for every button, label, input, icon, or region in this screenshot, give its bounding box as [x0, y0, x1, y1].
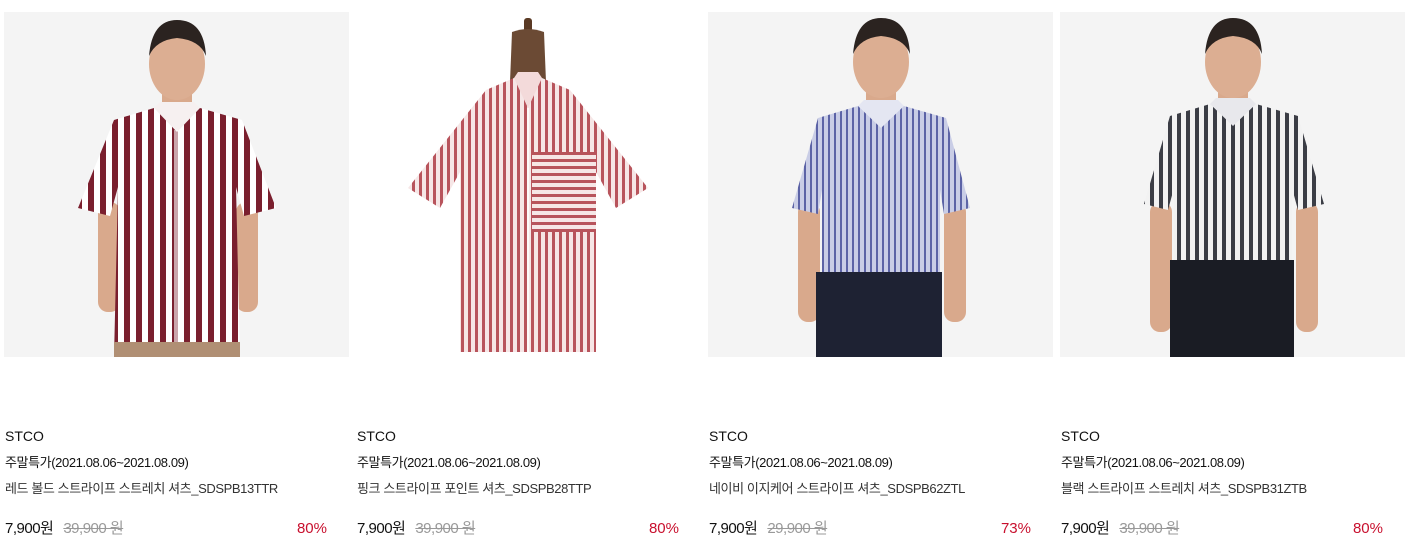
product-brand: STCO: [709, 428, 748, 444]
original-price: 39,900 원: [1119, 520, 1180, 537]
product-image-red-stripe-shirt[interactable]: [4, 12, 349, 357]
product-price-row: 7,900원 39,900 원 80%: [5, 518, 327, 540]
discount-rate: 80%: [1352, 520, 1383, 537]
product-brand: STCO: [1061, 428, 1100, 444]
product-name[interactable]: 핑크 스트라이프 포인트 셔츠_SDSPB28TTP: [357, 480, 701, 498]
product-event: 주말특가(2021.08.06~2021.08.09): [709, 455, 893, 470]
product-image-black-stripe-shirt[interactable]: [1060, 12, 1405, 357]
sale-price: 7,900원: [1061, 520, 1110, 537]
original-price: 39,900 원: [63, 520, 124, 537]
product-price-row: 7,900원 39,900 원 80%: [1061, 518, 1383, 540]
discount-rate: 80%: [648, 520, 679, 537]
product-image-navy-stripe-shirt[interactable]: [708, 12, 1053, 357]
product-name[interactable]: 레드 볼드 스트라이프 스트레치 셔츠_SDSPB13TTR: [5, 480, 349, 498]
product-event: 주말특가(2021.08.06~2021.08.09): [5, 455, 189, 470]
product-card[interactable]: STCO 주말특가(2021.08.06~2021.08.09) 블랙 스트라이…: [1060, 12, 1405, 540]
original-price: 39,900 원: [415, 520, 476, 537]
product-event: 주말특가(2021.08.06~2021.08.09): [357, 455, 541, 470]
product-image-pink-stripe-shirt[interactable]: [356, 12, 701, 357]
product-grid: STCO 주말특가(2021.08.06~2021.08.09) 레드 볼드 스…: [0, 0, 1405, 557]
product-name[interactable]: 네이비 이지케어 스트라이프 셔츠_SDSPB62ZTL: [709, 480, 1053, 498]
sale-price: 7,900원: [357, 520, 406, 537]
model-black-stripe-shirt-image: [1060, 12, 1405, 357]
discount-rate: 80%: [296, 520, 327, 537]
sale-price: 7,900원: [5, 520, 54, 537]
product-brand: STCO: [357, 428, 396, 444]
original-price: 29,900 원: [767, 520, 828, 537]
product-event: 주말특가(2021.08.06~2021.08.09): [1061, 455, 1245, 470]
product-card[interactable]: STCO 주말특가(2021.08.06~2021.08.09) 핑크 스트라이…: [356, 12, 701, 540]
product-price-row: 7,900원 39,900 원 80%: [357, 518, 679, 540]
product-brand: STCO: [5, 428, 44, 444]
model-red-stripe-shirt-image: [4, 12, 349, 357]
product-card[interactable]: STCO 주말특가(2021.08.06~2021.08.09) 네이비 이지케…: [708, 12, 1053, 540]
discount-rate: 73%: [1000, 520, 1031, 537]
sale-price: 7,900원: [709, 520, 758, 537]
product-card[interactable]: STCO 주말특가(2021.08.06~2021.08.09) 레드 볼드 스…: [4, 12, 349, 540]
product-price-row: 7,900원 29,900 원 73%: [709, 518, 1031, 540]
model-navy-stripe-shirt-image: [708, 12, 1053, 357]
mannequin-pink-stripe-shirt-image: [356, 12, 701, 357]
product-name[interactable]: 블랙 스트라이프 스트레치 셔츠_SDSPB31ZTB: [1061, 480, 1405, 498]
